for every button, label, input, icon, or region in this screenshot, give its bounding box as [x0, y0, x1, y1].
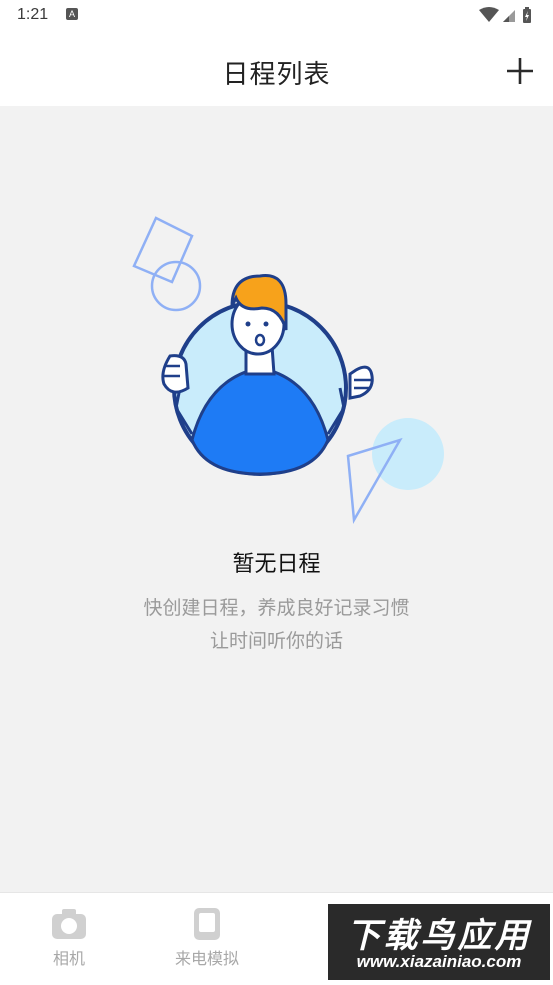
- empty-state-description-line1: 快创建日程，养成良好记录习惯: [143, 597, 410, 619]
- nav-item-call-simulator[interactable]: 来电模拟: [142, 907, 272, 969]
- wifi-icon: [479, 7, 499, 22]
- status-icons: [479, 7, 531, 23]
- status-bar: 1:21 A: [0, 0, 553, 32]
- nav-label-call-simulator: 来电模拟: [174, 949, 239, 968]
- status-time: 1:21: [17, 6, 49, 23]
- empty-state-description: 快创建日程，养成良好记录习惯 让时间听你的话: [0, 592, 553, 658]
- plus-icon: [507, 58, 533, 84]
- phone-icon: [194, 908, 220, 940]
- page-title: 日程列表: [222, 60, 331, 90]
- watermark-logo: 下载鸟应用 www.xiazainiao.com: [328, 904, 550, 980]
- camera-icon: [52, 909, 86, 939]
- battery-charging-icon: [523, 7, 531, 23]
- watermark-title: 下载鸟应用: [346, 916, 532, 956]
- empty-schedule-illustration: [132, 216, 444, 525]
- nav-label-camera: 相机: [52, 949, 85, 968]
- app-header: 日程列表: [0, 32, 553, 106]
- watermark-url: www.xiazainiao.com: [356, 952, 522, 971]
- notification-badge: A: [66, 8, 78, 20]
- nav-item-camera[interactable]: 相机: [4, 907, 134, 969]
- add-schedule-button[interactable]: [505, 56, 535, 86]
- empty-state-description-line2: 让时间听你的话: [209, 630, 343, 652]
- empty-state-title: 暂无日程: [232, 552, 321, 577]
- schedule-list: 暂无日程 快创建日程，养成良好记录习惯 让时间听你的话: [0, 106, 553, 892]
